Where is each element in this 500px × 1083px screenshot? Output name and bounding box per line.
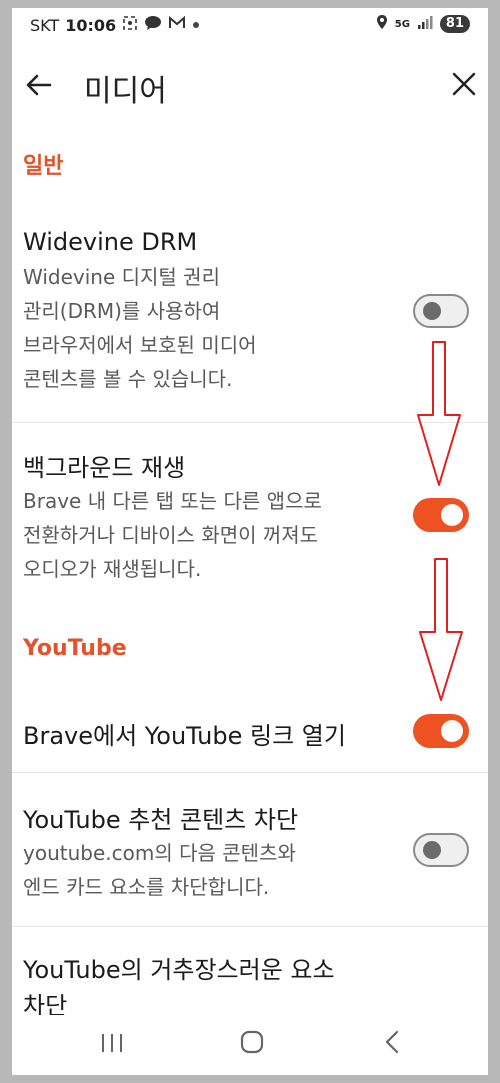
mail-icon <box>168 15 186 34</box>
recent-apps-button[interactable] <box>100 1027 124 1061</box>
clock: 10:06 <box>65 15 117 35</box>
setting-description: Widevine 디지털 권리 관리(DRM)를 사용하여 브라우저에서 보호된… <box>23 265 257 391</box>
setting-title: Brave에서 YouTube 링크 열기 <box>23 722 346 750</box>
signal-icon <box>417 14 433 34</box>
app-header: 미디어 <box>12 48 488 118</box>
divider <box>12 926 488 927</box>
back-nav-button[interactable] <box>382 1027 402 1061</box>
block-recommended-toggle[interactable] <box>413 833 469 867</box>
screen: SKT 10:06 5G 81 미디어 일반 Widevine DRM Wide… <box>12 8 488 1075</box>
setting-title: 백그라운드 재생 <box>23 454 186 482</box>
close-icon <box>452 72 476 96</box>
status-bar: SKT 10:06 5G 81 <box>12 8 488 42</box>
screenshot-icon <box>122 15 138 35</box>
recent-apps-icon <box>102 1034 122 1052</box>
annotation-arrow-icon <box>417 341 461 486</box>
background-play-toggle[interactable] <box>413 498 469 532</box>
annotation-arrow-icon <box>419 558 463 701</box>
setting-title: YouTube 추천 콘텐츠 차단 <box>23 806 299 834</box>
section-title-youtube: YouTube <box>23 636 127 661</box>
home-button[interactable] <box>238 1027 266 1061</box>
notification-dot-icon <box>192 18 200 33</box>
setting-description: Brave 내 다른 탭 또는 다른 앱으로 전환하거나 디바이스 화면이 꺼져… <box>23 489 322 581</box>
network-type-label: 5G <box>394 18 410 30</box>
talk-icon <box>144 15 162 35</box>
back-arrow-icon <box>26 74 52 96</box>
back-button[interactable] <box>24 70 54 100</box>
carrier-label: SKT <box>30 15 60 35</box>
battery-indicator: 81 <box>439 15 470 33</box>
page-title: 미디어 <box>84 74 167 109</box>
back-nav-icon <box>385 1030 399 1054</box>
system-nav-bar <box>12 1015 488 1075</box>
home-icon <box>240 1030 264 1054</box>
setting-title: Widevine DRM <box>23 228 198 256</box>
section-title-general: 일반 <box>23 154 64 179</box>
open-youtube-links-toggle[interactable] <box>413 714 469 748</box>
widevine-drm-toggle[interactable] <box>413 294 469 328</box>
location-icon <box>376 14 388 34</box>
close-button[interactable] <box>450 70 478 98</box>
setting-description: youtube.com의 다음 콘텐츠와 엔드 카드 요소를 차단합니다. <box>23 841 296 899</box>
divider <box>12 772 488 773</box>
setting-title: YouTube의 거추장스러운 요소 차단 <box>23 956 335 1020</box>
